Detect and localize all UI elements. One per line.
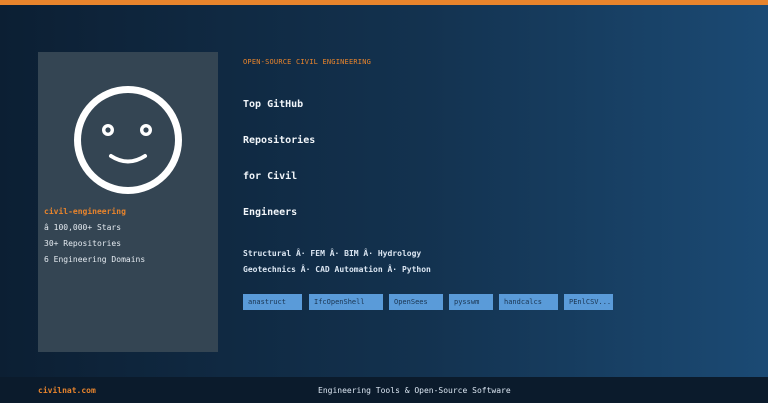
top-accent-bar — [0, 0, 768, 5]
stat-domains: 6 Engineering Domains — [44, 255, 146, 264]
tag-line: Structural Â· FEM Â· BIM Â· Hydrology — [243, 249, 422, 258]
title-line: Top GitHub — [243, 99, 304, 110]
page-title: Top GitHub Repositories for Civil Engine… — [243, 87, 315, 231]
repo-pill-anastruct[interactable]: anastruct — [243, 294, 302, 310]
smiley-face-icon — [71, 83, 185, 197]
footer-bar: civilnat.com Engineering Tools & Open-So… — [0, 377, 768, 403]
repo-pill-pysswm[interactable]: pysswm — [449, 294, 493, 310]
profile-handle: civil-engineering — [44, 207, 126, 216]
footer-tagline: Engineering Tools & Open-Source Software — [318, 386, 511, 395]
title-line: Repositories — [243, 135, 316, 146]
section-kicker: OPEN-SOURCE CIVIL ENGINEERING — [243, 58, 372, 66]
stat-repositories: 30+ Repositories — [44, 239, 122, 248]
repo-pill-opensees[interactable]: OpenSees — [389, 294, 443, 310]
tag-line: Geotechnics Â· CAD Automation Â· Python — [243, 265, 431, 274]
title-line: for Civil — [243, 171, 298, 182]
profile-info: civil-engineering â­ 100,000+ Stars 30+ … — [44, 204, 214, 268]
repo-pill-ifcopenshell[interactable]: IfcOpenShell — [309, 294, 383, 310]
title-line: Engineers — [243, 207, 298, 218]
profile-card — [38, 52, 218, 352]
stat-stars: â­ 100,000+ Stars — [44, 223, 122, 232]
topic-tags: Structural Â· FEM Â· BIM Â· Hydrology Ge… — [243, 246, 431, 278]
repo-pill-handcalcs[interactable]: handcalcs — [499, 294, 558, 310]
repo-pill-more[interactable]: PEnlCSV... — [564, 294, 613, 310]
footer-site-link[interactable]: civilnat.com — [38, 386, 96, 395]
